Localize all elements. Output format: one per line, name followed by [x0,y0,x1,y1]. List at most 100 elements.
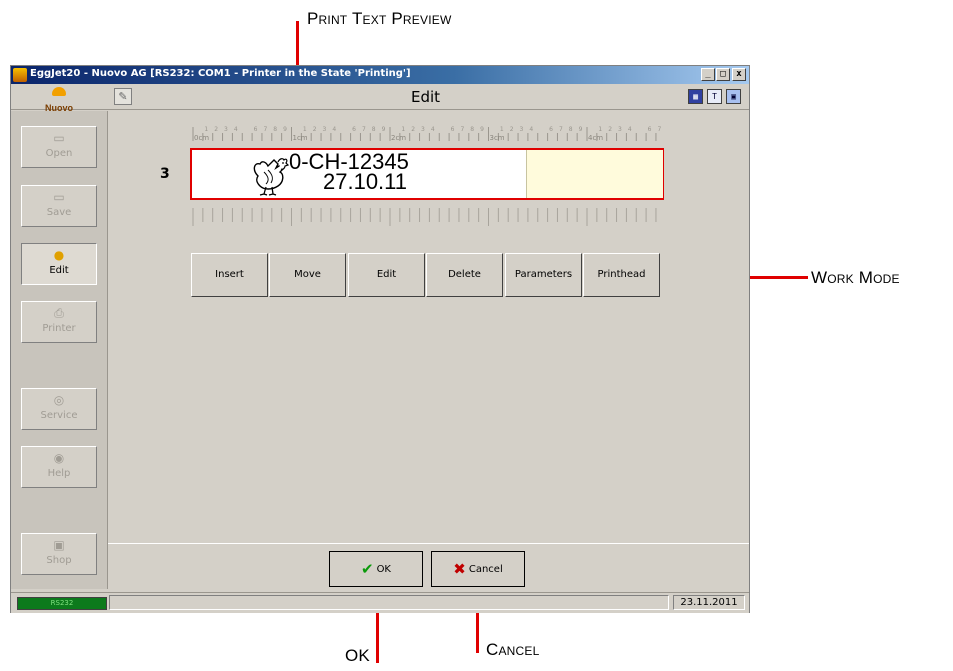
help-icon: ◉ [53,451,65,465]
annotation-work-mode: Work Mode [811,268,900,287]
ruler-mm-label: 6 [254,126,258,133]
ruler-mm-label: 2 [214,126,218,133]
ruler-mm-label: 9 [579,126,583,133]
cancel-label: Cancel [468,564,503,575]
ruler-mm-label: 3 [323,126,327,133]
ruler-mm-label: 7 [657,126,661,133]
sidebar-item-help[interactable]: ◉ Help [21,446,97,488]
ruler-top: 1 2 3 4 6 7 8 9 1 2 3 4 6 7 8 9 1 2 3 4 6 7 8 9 1 2 3 4 6 7 8 9 1 2 3 4 6 70c… [192,126,661,142]
preview-line-2: 27.10.11 [323,169,408,194]
ruler-mm-label: 4 [529,126,533,133]
ruler-mm-label: 8 [470,126,474,133]
status-bar: RS232 23.11.2011 [11,592,749,613]
insert-button[interactable]: Insert [191,253,268,297]
sidebar: ▭ Open ▭ Save ● Edit ⎙ Printer ◎ Service… [11,111,108,589]
checkmark-icon: ✔ [360,560,374,578]
ruler-mm-label: 2 [313,126,317,133]
sidebar-item-label: Service [40,410,78,421]
window-title: EggJet20 - Nuovo AG [RS232: COM1 - Print… [30,68,411,79]
printhead-button[interactable]: Printhead [583,253,660,297]
pencil-icon[interactable]: ✎ [114,88,132,105]
ok-label: OK [376,564,391,575]
status-message [109,595,669,610]
sidebar-item-label: Open [45,148,73,159]
ruler-mm-label: 6 [648,126,652,133]
cancel-button[interactable]: ✖ Cancel [431,551,525,587]
print-text-preview[interactable]: 0-CH-12345 27.10.11 [190,148,664,200]
page-title: Edit [411,88,441,106]
annotation-ok: OK [345,646,370,665]
ruler-mm-label: 7 [460,126,464,133]
title-bar[interactable]: EggJet20 - Nuovo AG [RS232: COM1 - Print… [11,66,749,84]
ruler-mm-label: 4 [234,126,238,133]
x-icon: ✖ [453,560,466,578]
ruler-cm-label: 1cm [293,134,308,142]
annotation-cancel: Cancel [486,640,540,659]
shop-icon: ▣ [53,538,65,552]
edit-button[interactable]: Edit [348,253,425,297]
ruler-mm-label: 1 [303,126,307,133]
ruler-mm-label: 2 [608,126,612,133]
move-button[interactable]: Move [269,253,346,297]
sidebar-item-label: Help [47,468,71,479]
sidebar-item-shop[interactable]: ▣ Shop [21,533,97,575]
ruler-mm-label: 6 [352,126,356,133]
close-button[interactable]: x [732,68,746,81]
maximize-button[interactable]: □ [716,68,730,81]
app-icon [13,68,27,82]
app-window: EggJet20 - Nuovo AG [RS232: COM1 - Print… [10,65,750,613]
sidebar-item-label: Edit [49,265,69,276]
ruler-mm-label: 7 [559,126,563,133]
printer-icon: ⎙ [54,306,64,320]
flame-icon [52,87,66,96]
image-icon[interactable]: ▣ [726,89,741,104]
ruler-mm-label: 7 [362,126,366,133]
ruler-mm-label: 3 [520,126,524,133]
ruler-mm-label: 7 [263,126,267,133]
hen-icon [253,158,290,196]
nuovo-logo: Nuovo [14,87,104,113]
sidebar-item-save[interactable]: ▭ Save [21,185,97,227]
ruler-bottom [192,208,657,226]
sidebar-item-label: Shop [46,555,72,566]
ruler-mm-label: 6 [549,126,553,133]
ruler-mm-label: 3 [224,126,228,133]
sidebar-item-printer[interactable]: ⎙ Printer [21,301,97,343]
sidebar-item-service[interactable]: ◎ Service [21,388,97,430]
unused-print-area [526,150,663,198]
ruler-mm-label: 1 [401,126,405,133]
egg-icon: ● [53,248,65,262]
ruler-mm-label: 9 [382,126,386,133]
sidebar-item-label: Save [46,207,72,218]
ruler-mm-label: 8 [273,126,277,133]
ruler-mm-label: 1 [598,126,602,133]
ruler-mm-label: 4 [332,126,336,133]
annotation-print-text-preview: Print Text Preview [307,9,452,28]
ruler-mm-label: 2 [510,126,514,133]
ruler-mm-label: 1 [500,126,504,133]
text-icon[interactable]: T [707,89,722,104]
ruler-cm-label: 3cm [490,134,505,142]
ruler-mm-label: 8 [569,126,573,133]
minimize-button[interactable]: _ [701,68,715,81]
dialog-button-bar: ✔ OK ✖ Cancel [108,543,749,590]
status-date: 23.11.2011 [673,595,745,610]
sidebar-item-edit[interactable]: ● Edit [21,243,97,285]
ruler-mm-label: 1 [204,126,208,133]
connection-indicator: RS232 [17,597,107,610]
parameters-button[interactable]: Parameters [505,253,582,297]
ruler-mm-label: 4 [628,126,632,133]
line-number: 3 [160,166,170,182]
ruler-mm-label: 8 [372,126,376,133]
service-icon: ◎ [53,393,65,407]
ruler-mm-label: 9 [283,126,287,133]
ok-button[interactable]: ✔ OK [329,551,423,587]
ruler-mm-label: 3 [421,126,425,133]
delete-button[interactable]: Delete [426,253,503,297]
ruler-mm-label: 9 [480,126,484,133]
folder-icon: ▭ [53,190,65,204]
sidebar-item-open[interactable]: ▭ Open [21,126,97,168]
grid-icon[interactable]: ▦ [688,89,703,104]
ruler-mm-label: 2 [411,126,415,133]
ruler-cm-label: 2cm [391,134,406,142]
